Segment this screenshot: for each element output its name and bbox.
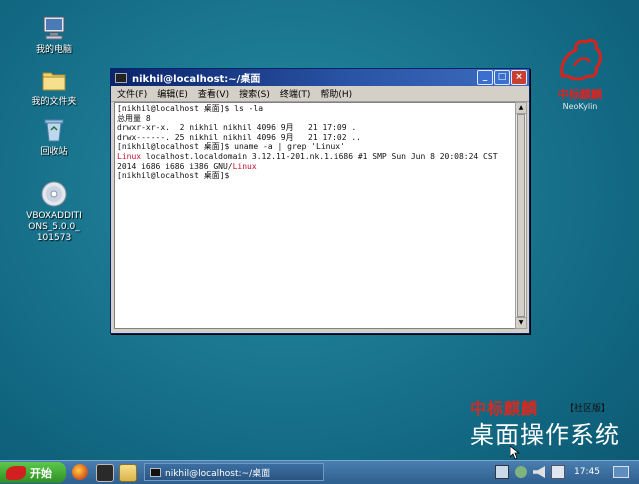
desktop-icon-label: 我的文件夹 [31, 97, 77, 107]
vertical-scrollbar[interactable]: ▲ ▼ [515, 102, 527, 329]
terminal-line: [nikhil@localhost 桌面]$ [117, 171, 230, 181]
kylin-start-icon [6, 465, 26, 480]
volume-icon[interactable] [533, 466, 545, 478]
firefox-icon[interactable] [72, 464, 88, 480]
computer-icon [43, 16, 65, 40]
taskbar-window-terminal[interactable]: nikhil@localhost:~/桌面 [144, 463, 324, 481]
desktop-icon-label: 我的电脑 [35, 45, 72, 55]
taskbar: 开始 nikhil@localhost:~/桌面 17:45 [0, 460, 639, 484]
terminal-window: nikhil@localhost:~/桌面 _ □ × 文件(F) 编辑(E) … [110, 68, 530, 334]
terminal-icon [115, 72, 127, 83]
desktop-icon-label-line: ONS_5.0.0_ [28, 222, 80, 232]
start-label: 开始 [30, 466, 52, 480]
file-manager-icon[interactable] [119, 464, 137, 482]
scroll-down-icon[interactable]: ▼ [516, 317, 526, 328]
maximize-button[interactable]: □ [494, 70, 510, 85]
terminal-line-text: 2014 i686 i686 i386 GNU/ [117, 161, 233, 171]
terminal-line: [nikhil@localhost 桌面]$ uname -a | grep '… [117, 142, 345, 152]
linux-highlight: Linux [232, 161, 257, 171]
desktop-icon-vbox-additions[interactable]: VBOXADDITI ONS_5.0.0_ 101573 [24, 180, 84, 244]
start-button[interactable]: 开始 [0, 462, 66, 483]
clock[interactable]: 17:45 [574, 467, 600, 477]
scroll-thumb[interactable] [517, 114, 525, 317]
show-desktop-icon[interactable] [613, 466, 629, 478]
mouse-cursor-icon [510, 446, 520, 460]
desktop-icon-my-folder[interactable]: 我的文件夹 [24, 66, 84, 108]
terminal-line: 总用量 8 [117, 113, 151, 123]
close-button[interactable]: × [511, 70, 527, 85]
system-tray: 17:45 [492, 463, 639, 481]
terminal-line: [nikhil@localhost 桌面]$ ls -la [117, 104, 264, 113]
desktop-icon-my-computer[interactable]: 我的电脑 [24, 14, 84, 56]
taskbar-window-title: nikhil@localhost:~/桌面 [165, 468, 271, 479]
desktop-icon-recycle-bin[interactable]: 回收站 [24, 116, 84, 158]
brand-logo: 中标麒麟 NeoKylin [550, 36, 610, 111]
terminal-line: drwx------. 25 nikhil nikhil 4096 9月 21 … [117, 132, 362, 142]
input-method-icon[interactable] [551, 465, 565, 479]
menu-file[interactable]: 文件(F) [117, 87, 147, 100]
terminal-launcher-icon[interactable] [96, 464, 114, 482]
window-titlebar[interactable]: nikhil@localhost:~/桌面 _ □ × [111, 69, 529, 86]
cd-disc-icon [41, 181, 67, 207]
terminal-line: Linux localhost.localdomain 3.12.11-201.… [117, 152, 513, 162]
product-slogan: 桌面操作系统 [470, 421, 620, 449]
desktop-icon-label-line: 101573 [36, 233, 72, 243]
brand-name-en: NeoKylin [562, 102, 598, 111]
menu-view[interactable]: 查看(V) [198, 87, 229, 100]
product-branding: 中标麒麟 【社区版】 桌面操作系统 [470, 395, 619, 449]
update-icon[interactable] [515, 466, 527, 478]
minimize-button[interactable]: _ [477, 70, 493, 85]
terminal-line-text: localhost.localdomain 3.12.11-201.nk.1.i… [141, 151, 498, 161]
network-icon[interactable] [495, 465, 509, 479]
window-title: nikhil@localhost:~/桌面 [132, 74, 261, 85]
menu-edit[interactable]: 编辑(E) [157, 87, 188, 100]
linux-highlight: Linux [117, 151, 142, 161]
scroll-up-icon[interactable]: ▲ [516, 103, 526, 114]
kylin-logo-icon [560, 38, 602, 81]
product-edition: 【社区版】 [565, 404, 611, 414]
menu-help[interactable]: 帮助(H) [320, 87, 352, 100]
desktop-icon-label: 回收站 [40, 147, 68, 157]
menu-terminal[interactable]: 终端(T) [280, 87, 311, 100]
terminal-icon [150, 467, 161, 477]
brand-name-cn: 中标麒麟 [558, 88, 602, 101]
menu-search[interactable]: 搜索(S) [239, 87, 270, 100]
recycle-bin-icon [44, 119, 64, 142]
menu-bar: 文件(F) 编辑(E) 查看(V) 搜索(S) 终端(T) 帮助(H) [111, 86, 529, 102]
terminal-output[interactable]: [nikhil@localhost 桌面]$ ls -la 总用量 8 drwxr-… [114, 102, 516, 329]
folder-icon [42, 72, 66, 91]
terminal-line: 2014 i686 i686 i386 GNU/Linux [117, 162, 513, 172]
desktop-icon-label-line: VBOXADDITI [26, 211, 82, 221]
terminal-line: drwxr-xr-x. 2 nikhil nikhil 4096 9月 21 1… [117, 123, 357, 133]
